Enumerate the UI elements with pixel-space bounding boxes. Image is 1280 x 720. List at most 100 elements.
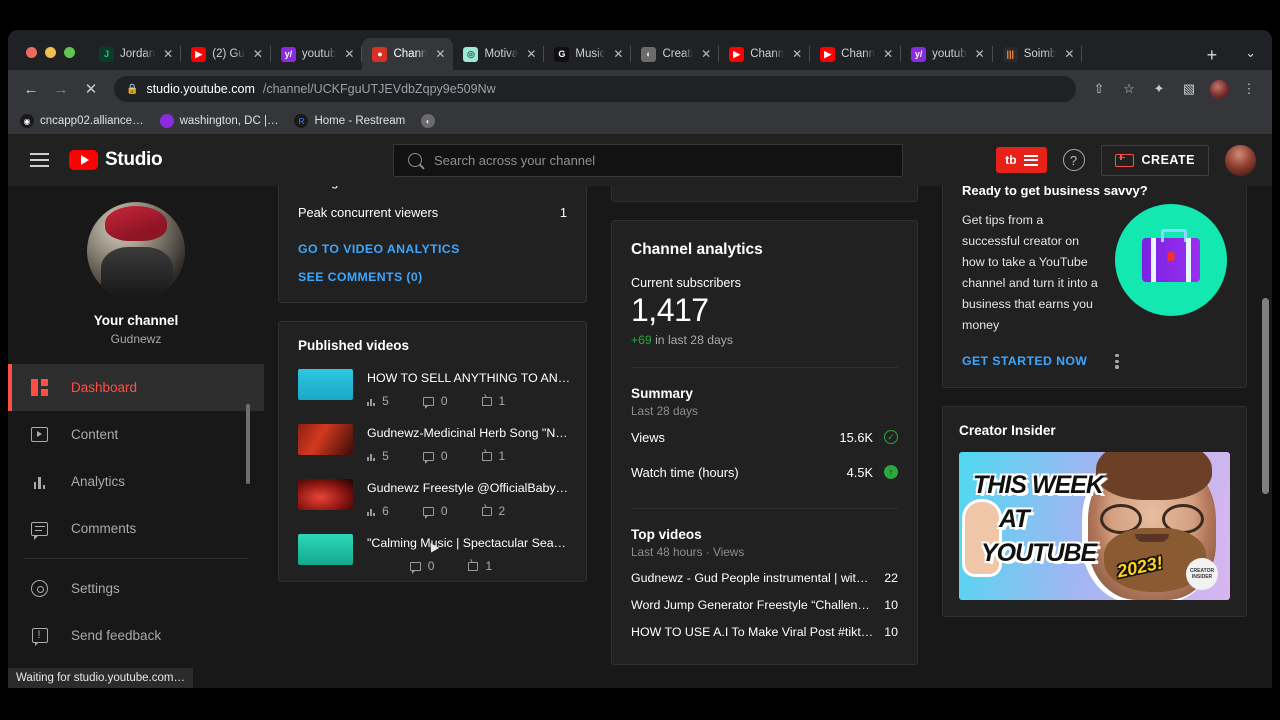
bookmark-item[interactable]: R Home - Restream: [294, 114, 405, 128]
published-video-row[interactable]: "Calming Music | Spectacular Sea… 0 1: [279, 526, 586, 581]
close-tab-icon[interactable]: ✕: [973, 47, 987, 61]
dashboard-icon: [30, 378, 49, 397]
business-savvy-content: Get tips from a successful creator on ho…: [962, 204, 1227, 336]
close-tab-icon[interactable]: ✕: [881, 47, 895, 61]
create-button[interactable]: CREATE: [1100, 144, 1209, 176]
browser-tab[interactable]: y/youtub ✕: [901, 38, 993, 70]
address-bar[interactable]: 🔒 studio.youtube.com/channel/UCKFguUTJEV…: [114, 76, 1076, 102]
stop-loading-button[interactable]: ✕: [78, 76, 104, 102]
tab-list-chevron-icon[interactable]: ⌄: [1229, 45, 1272, 70]
top-videos-subtitle: Last 48 hours · Views: [631, 544, 745, 559]
video-thumbnail: [298, 424, 353, 455]
published-video-row[interactable]: HOW TO SELL ANYTHING TO AN… 5 0 1: [279, 361, 586, 416]
maximize-window-button[interactable]: [64, 47, 75, 58]
close-tab-icon[interactable]: ✕: [1062, 47, 1076, 61]
likes-count: 1: [498, 449, 506, 463]
summary-title: Summary: [631, 385, 693, 401]
bookmark-item[interactable]: ◉ cncapp02.alliance…: [20, 114, 144, 128]
get-started-now-link[interactable]: GET STARTED NOW: [962, 354, 1087, 368]
thumbs-up-icon: [481, 396, 492, 406]
top-video-row[interactable]: Gudnewz - Gud People instrumental | wit……: [631, 565, 898, 592]
minimize-window-button[interactable]: [45, 47, 56, 58]
side-panel-icon[interactable]: ▧: [1176, 76, 1202, 102]
extensions-puzzle-icon[interactable]: ✦: [1146, 76, 1172, 102]
studio-header: Studio Search across your channel tb ? C…: [8, 134, 1272, 186]
thumb-line-2: AT: [999, 504, 1029, 533]
browser-menu-icon[interactable]: ⋮: [1236, 76, 1262, 102]
sidebar-item-dashboard[interactable]: Dashboard: [8, 364, 264, 411]
browser-tab[interactable]: ▶ (2) Gu ✕: [181, 38, 271, 70]
video-title: Gudnewz-Medicinal Herb Song "N…: [367, 426, 568, 440]
close-tab-icon[interactable]: ✕: [699, 47, 713, 61]
youtube-play-icon: [69, 150, 98, 170]
hamburger-menu-icon[interactable]: [24, 147, 55, 173]
browser-tab[interactable]: ◐ Creati ✕: [631, 38, 719, 70]
video-comments: 0: [409, 559, 434, 574]
see-comments-link[interactable]: SEE COMMENTS (0): [298, 270, 567, 284]
more-options-icon[interactable]: [762, 186, 777, 189]
browser-tab[interactable]: G Music ✕: [544, 38, 632, 70]
channel-avatar[interactable]: [87, 202, 185, 300]
thumb-line-1: THIS WEEK: [973, 470, 1104, 499]
new-tab-button[interactable]: +: [1195, 46, 1230, 70]
close-tab-icon[interactable]: ✕: [251, 47, 265, 61]
top-video-row[interactable]: HOW TO USE A.I To Make Viral Post #tikt……: [631, 619, 898, 646]
close-window-button[interactable]: [26, 47, 37, 58]
bookmark-star-icon[interactable]: ☆: [1116, 76, 1142, 102]
sidebar-item-settings[interactable]: Settings: [8, 565, 264, 612]
video-thumbnail: [298, 369, 353, 400]
close-tab-icon[interactable]: ✕: [342, 47, 356, 61]
back-button[interactable]: ←: [18, 76, 44, 102]
browser-tab[interactable]: ◎ Motiva ✕: [453, 38, 545, 70]
browser-tab[interactable]: J Jordan ✕: [89, 38, 182, 70]
page-scrollbar[interactable]: [1262, 298, 1269, 494]
stat-label: Peak concurrent viewers: [298, 205, 439, 220]
creator-insider-thumbnail[interactable]: THIS WEEK AT YOUTUBE 2023! CREATOR INSID…: [959, 451, 1230, 600]
close-tab-icon[interactable]: ✕: [524, 47, 538, 61]
bar-chart-icon: [367, 452, 376, 461]
help-icon[interactable]: ?: [1062, 149, 1085, 171]
comment-icon: [409, 561, 421, 574]
browser-tab[interactable]: ● Chann ✕: [362, 38, 454, 70]
browser-tab[interactable]: y/youtub ✕: [271, 38, 363, 70]
account-avatar[interactable]: [1225, 144, 1256, 176]
sidebar-item-analytics[interactable]: Analytics: [8, 458, 264, 505]
window-controls[interactable]: [18, 47, 89, 70]
browser-tab[interactable]: ||| Soimb ✕: [993, 38, 1083, 70]
browser-tab[interactable]: ▶ Chann ✕: [810, 38, 902, 70]
summary-label: Views: [631, 429, 665, 445]
close-tab-icon[interactable]: ✕: [433, 47, 447, 61]
bookmark-item[interactable]: washington, DC |…: [159, 114, 278, 128]
sidebar: Your channel Gudnewz Dashboard Content A…: [8, 186, 264, 688]
search-input[interactable]: Search across your channel: [393, 143, 903, 177]
top-video-views: 10: [884, 598, 898, 613]
share-icon[interactable]: ⇧: [1086, 76, 1112, 102]
sidebar-label-content: Content: [71, 427, 119, 442]
channel-analytics-title: Channel analytics: [631, 240, 763, 258]
close-tab-icon[interactable]: ✕: [611, 47, 625, 61]
forward-button[interactable]: →: [48, 76, 74, 102]
published-video-row[interactable]: Gudnewz-Medicinal Herb Song "N… 5 0 1: [279, 416, 586, 471]
tubebuddy-button[interactable]: tb: [996, 147, 1047, 173]
top-video-title: Gudnewz - Gud People instrumental | wit…: [631, 571, 869, 586]
sidebar-item-content[interactable]: Content: [8, 411, 264, 458]
avatar: [1209, 79, 1229, 99]
bookmark-item[interactable]: ◐: [421, 114, 441, 128]
sidebar-scrollbar[interactable]: [246, 404, 250, 484]
browser-tab[interactable]: ▶ Chann ✕: [719, 38, 811, 70]
thumbs-up-icon: [468, 561, 479, 571]
sidebar-item-comments[interactable]: Comments: [8, 505, 264, 552]
sidebar-label-send-feedback: Send feedback: [71, 628, 162, 643]
close-tab-icon[interactable]: ✕: [790, 47, 804, 61]
go-to-video-analytics-link[interactable]: GO TO VIDEO ANALYTICS: [298, 242, 567, 256]
close-tab-icon[interactable]: ✕: [161, 47, 175, 61]
profile-avatar[interactable]: [1206, 76, 1232, 102]
sidebar-item-send-feedback[interactable]: Send feedback: [8, 612, 264, 659]
studio-logo[interactable]: Studio: [69, 149, 163, 171]
divider: [631, 507, 898, 509]
published-video-row[interactable]: Gudnewz Freestyle @OfficialBaby… 6 0 2: [279, 471, 586, 526]
tab-title: (2) Gu: [212, 48, 245, 60]
top-video-row[interactable]: Word Jump Generator Freestyle “Challen… 1…: [631, 592, 898, 619]
studio-body: Your channel Gudnewz Dashboard Content A…: [8, 186, 1272, 688]
more-options-icon[interactable]: [1109, 350, 1124, 373]
